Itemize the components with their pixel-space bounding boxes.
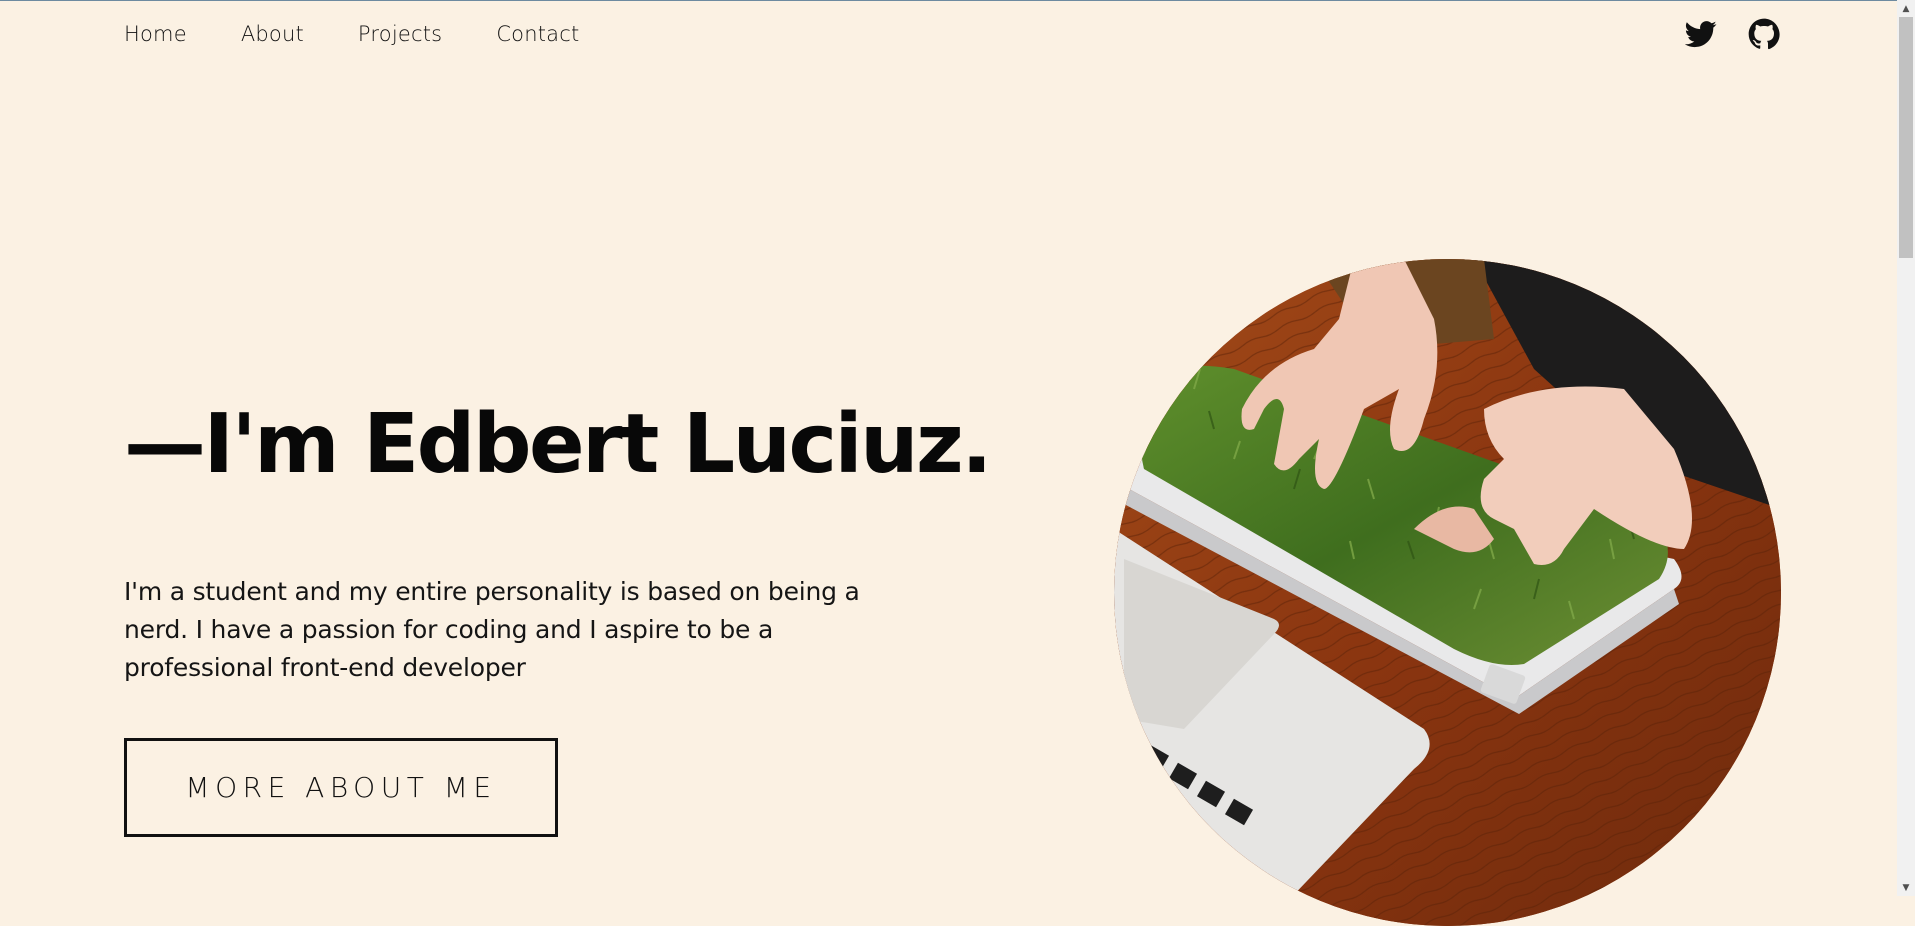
twitter-icon[interactable] bbox=[1685, 18, 1717, 50]
nav-projects-link[interactable]: Projects bbox=[358, 22, 442, 46]
hero-photo bbox=[1114, 259, 1781, 926]
grass-keyboard-illustration bbox=[1114, 259, 1781, 926]
nav-about-link[interactable]: About bbox=[241, 22, 304, 46]
scrollbar-thumb[interactable] bbox=[1899, 17, 1913, 258]
scroll-up-arrow-icon[interactable]: ▲ bbox=[1897, 0, 1915, 17]
more-about-me-button[interactable]: MORE ABOUT ME bbox=[124, 738, 558, 837]
nav-home-link[interactable]: Home bbox=[124, 22, 187, 46]
page-scrollbar[interactable]: ▲ ▼ bbox=[1897, 0, 1915, 896]
github-icon[interactable] bbox=[1748, 18, 1780, 50]
hero-title: —I'm Edbert Luciuz. bbox=[124, 397, 992, 492]
main-nav: Home About Projects Contact bbox=[124, 22, 579, 46]
hero-description: I'm a student and my entire personality … bbox=[124, 577, 860, 682]
scroll-down-arrow-icon[interactable]: ▼ bbox=[1897, 879, 1915, 896]
social-links bbox=[1685, 18, 1780, 50]
nav-contact-link[interactable]: Contact bbox=[496, 22, 579, 46]
page: Home About Projects Contact —I'm Edbert … bbox=[0, 0, 1897, 926]
